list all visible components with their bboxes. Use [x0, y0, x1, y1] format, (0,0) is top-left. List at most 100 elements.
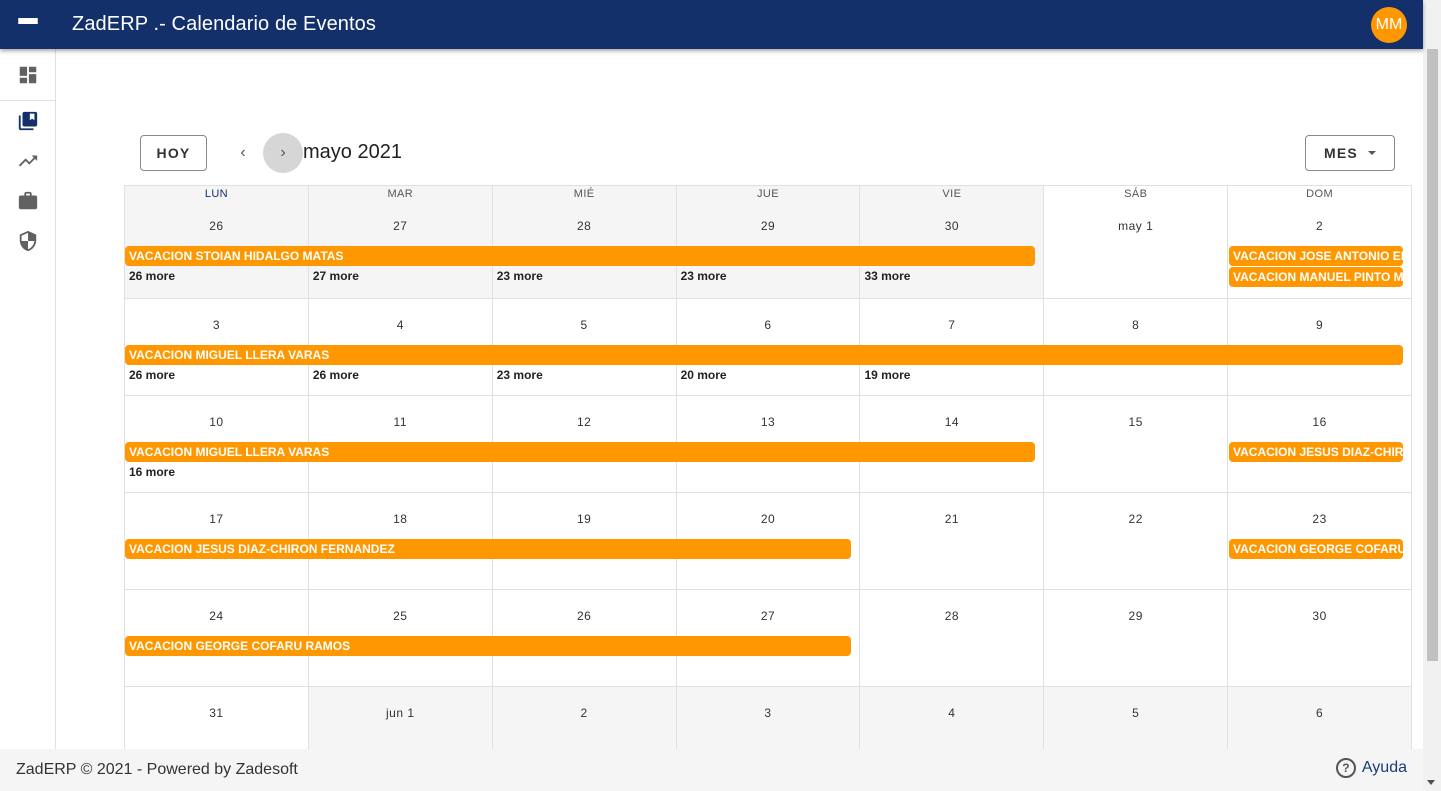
sidebar-item-work[interactable]: [0, 181, 56, 221]
event-chip[interactable]: VACACION GEORGE COFARU RAMOS: [125, 636, 851, 656]
chevron-left-icon: ‹: [240, 144, 246, 161]
day-number[interactable]: 13: [677, 415, 860, 429]
day-number[interactable]: 26: [493, 609, 676, 623]
more-events-link[interactable]: 26 more: [129, 269, 175, 283]
menu-button[interactable]: [0, 0, 56, 49]
calendar-day[interactable]: 6: [1228, 687, 1412, 749]
calendar-day[interactable]: 2: [492, 687, 677, 749]
day-number[interactable]: 28: [493, 219, 676, 233]
calendar-toolbar: HOY ‹ › mayo 2021 MES: [124, 133, 1411, 173]
day-number[interactable]: 23: [1228, 512, 1411, 526]
sidebar-item-security[interactable]: [0, 221, 56, 261]
day-number[interactable]: 4: [860, 706, 1043, 720]
sidebar-item-library[interactable]: [0, 101, 56, 141]
event-chip[interactable]: VACACION STOIAN HIDALGO MATAS: [125, 246, 1035, 266]
next-month-button[interactable]: ›: [263, 133, 303, 173]
more-events-link[interactable]: 23 more: [497, 368, 543, 382]
day-number[interactable]: 27: [677, 609, 860, 623]
day-number[interactable]: 2: [1228, 219, 1411, 233]
calendar-day[interactable]: 29: [1044, 590, 1229, 687]
day-number[interactable]: 30: [1228, 609, 1411, 623]
day-number[interactable]: 3: [125, 318, 308, 332]
day-number[interactable]: 21: [860, 512, 1043, 526]
more-events-link[interactable]: 26 more: [129, 368, 175, 382]
sidebar-item-trending[interactable]: [0, 141, 56, 181]
calendar-day[interactable]: LUN 26 26 more: [125, 186, 309, 299]
day-number[interactable]: jun 1: [309, 706, 492, 720]
day-number[interactable]: 29: [1044, 609, 1227, 623]
scrollbar[interactable]: [1423, 0, 1441, 791]
more-events-link[interactable]: 20 more: [681, 368, 727, 382]
scrollbar-thumb[interactable]: [1427, 49, 1438, 661]
calendar-day[interactable]: 5: [1044, 687, 1229, 749]
day-number[interactable]: 31: [125, 706, 308, 720]
calendar-day[interactable]: SÁB may 1: [1044, 186, 1229, 299]
more-events-link[interactable]: 19 more: [864, 368, 910, 382]
more-events-link[interactable]: 16 more: [129, 465, 175, 479]
event-chip[interactable]: VACACION MANUEL PINTO MONTES: [1229, 267, 1403, 287]
today-button[interactable]: HOY: [140, 135, 207, 171]
event-chip[interactable]: VACACION JESUS DIAZ-CHIRON FERNANDEZ: [125, 539, 851, 559]
calendar-day[interactable]: 21: [860, 493, 1045, 590]
calendar-day[interactable]: MIÉ 28 23 more: [492, 186, 677, 299]
event-chip[interactable]: VACACION MIGUEL LLERA VARAS: [125, 442, 1035, 462]
day-number[interactable]: 6: [677, 318, 860, 332]
day-number[interactable]: 9: [1228, 318, 1411, 332]
trending-up-icon: [18, 155, 38, 167]
sidebar-item-dashboard[interactable]: [0, 49, 56, 101]
event-chip[interactable]: VACACION MIGUEL LLERA VARAS: [125, 345, 1403, 365]
day-number[interactable]: 10: [125, 415, 308, 429]
day-number[interactable]: 18: [309, 512, 492, 526]
previous-month-button[interactable]: ‹: [223, 133, 263, 173]
day-number[interactable]: 5: [493, 318, 676, 332]
day-number[interactable]: 4: [309, 318, 492, 332]
day-number[interactable]: 6: [1228, 706, 1411, 720]
day-number[interactable]: 15: [1044, 415, 1227, 429]
calendar-day[interactable]: 15: [1044, 396, 1229, 493]
calendar-day[interactable]: 4: [860, 687, 1045, 749]
day-number[interactable]: 22: [1044, 512, 1227, 526]
day-number[interactable]: 5: [1044, 706, 1227, 720]
more-events-link[interactable]: 26 more: [313, 368, 359, 382]
more-events-link[interactable]: 33 more: [864, 269, 910, 283]
calendar-day[interactable]: JUE 29 23 more: [676, 186, 861, 299]
day-number[interactable]: 24: [125, 609, 308, 623]
day-number[interactable]: 17: [125, 512, 308, 526]
day-number[interactable]: 7: [860, 318, 1043, 332]
more-events-link[interactable]: 23 more: [497, 269, 543, 283]
view-select-button[interactable]: MES: [1305, 135, 1395, 171]
day-number[interactable]: 30: [860, 219, 1043, 233]
calendar-day[interactable]: 22: [1044, 493, 1229, 590]
day-number[interactable]: 3: [677, 706, 860, 720]
calendar-day[interactable]: VIE 30 33 more: [860, 186, 1045, 299]
app-title: ZadERP .- Calendario de Eventos: [72, 13, 377, 35]
avatar[interactable]: MM: [1371, 7, 1407, 43]
day-number[interactable]: 29: [677, 219, 860, 233]
help-link[interactable]: ? Ayuda: [1335, 758, 1407, 778]
more-events-link[interactable]: 23 more: [681, 269, 727, 283]
calendar-day[interactable]: 28: [860, 590, 1045, 687]
day-number[interactable]: 11: [309, 415, 492, 429]
scroll-down-arrow-icon[interactable]: [1427, 780, 1435, 785]
day-number[interactable]: 2: [493, 706, 676, 720]
day-number[interactable]: 16: [1228, 415, 1411, 429]
day-number[interactable]: 20: [677, 512, 860, 526]
calendar-day[interactable]: MAR 27 27 more: [308, 186, 493, 299]
calendar-day[interactable]: 3: [676, 687, 861, 749]
event-chip[interactable]: VACACION JESUS DIAZ-CHIRON FERNANDEZ: [1229, 442, 1403, 462]
more-events-link[interactable]: 27 more: [313, 269, 359, 283]
event-chip[interactable]: VACACION GEORGE COFARU RAMOS: [1229, 539, 1403, 559]
calendar-day[interactable]: 31: [125, 687, 309, 749]
day-number[interactable]: 25: [309, 609, 492, 623]
calendar-day[interactable]: jun 1: [308, 687, 493, 749]
day-number[interactable]: 19: [493, 512, 676, 526]
event-chip[interactable]: VACACION JOSE ANTONIO EDDIE: [1229, 246, 1403, 266]
day-number[interactable]: 14: [860, 415, 1043, 429]
day-number[interactable]: 26: [125, 219, 308, 233]
calendar-day[interactable]: 30: [1228, 590, 1412, 687]
day-number[interactable]: may 1: [1044, 219, 1227, 233]
day-number[interactable]: 12: [493, 415, 676, 429]
day-number[interactable]: 8: [1044, 318, 1227, 332]
day-number[interactable]: 27: [309, 219, 492, 233]
day-number[interactable]: 28: [860, 609, 1043, 623]
